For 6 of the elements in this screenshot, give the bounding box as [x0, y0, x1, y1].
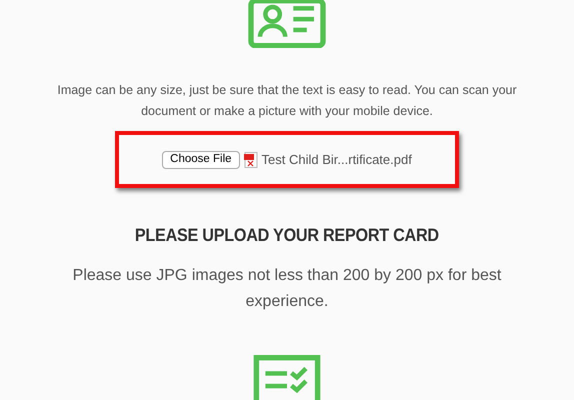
section-title: PLEASE UPLOAD YOUR REPORT CARD [135, 224, 439, 247]
file-name: Test Child Bir...rtificate.pdf [262, 150, 412, 169]
intro-text: Image can be any size, just be sure that the text is easy to read. You can scan your document or make a picture with your mobile device. [56, 82, 518, 120]
section-description: Please use JPG images not less than 200 by 200 px for best experience. [72, 266, 502, 312]
pdf-file-icon [244, 152, 258, 168]
choose-file-button[interactable]: Choose File [162, 150, 240, 169]
